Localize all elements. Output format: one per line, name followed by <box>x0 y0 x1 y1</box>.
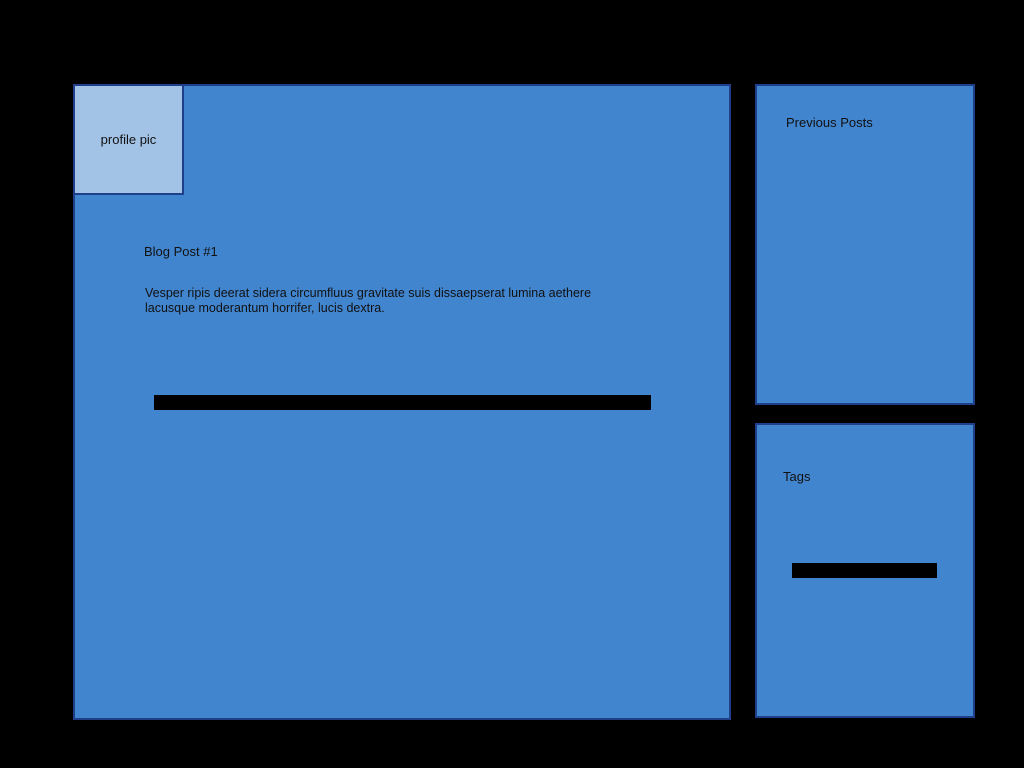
previous-posts-panel: Previous Posts <box>755 84 975 405</box>
profile-pic[interactable]: profile pic <box>75 86 184 195</box>
tags-title: Tags <box>783 469 811 484</box>
previous-posts-title: Previous Posts <box>786 115 873 130</box>
tags-bar-placeholder <box>792 563 937 578</box>
blog-post-panel: profile pic Blog Post #1 Vesper ripis de… <box>73 84 731 720</box>
post-bar-placeholder <box>154 395 651 410</box>
post-body: Vesper ripis deerat sidera circumfluus g… <box>145 286 592 315</box>
post-title: Blog Post #1 <box>144 244 218 259</box>
profile-pic-label: profile pic <box>100 132 157 147</box>
tags-panel: Tags <box>755 423 975 718</box>
